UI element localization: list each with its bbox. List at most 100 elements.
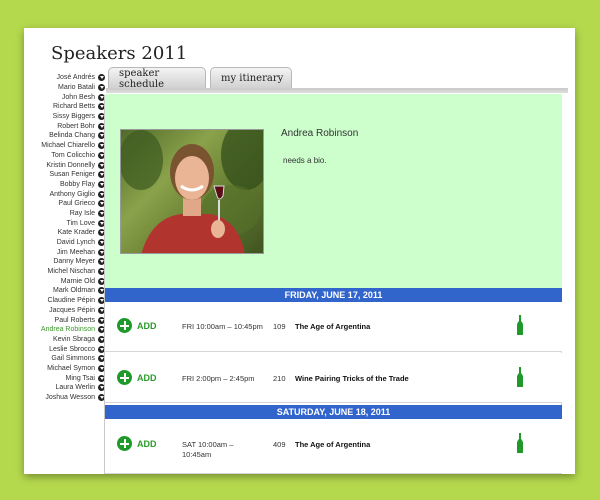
sidebar-speaker-item[interactable]: Anthony Giglio (24, 189, 105, 199)
sidebar-speaker-label: Paul Grieco (58, 200, 95, 208)
sidebar-speaker-label: David Lynch (56, 239, 95, 247)
sidebar-speaker-item[interactable]: Belinda Chang (24, 131, 105, 141)
sidebar-speaker-item[interactable]: Bobby Flay (24, 180, 105, 190)
sidebar-speaker-label: Mario Batali (58, 84, 95, 92)
sidebar-speaker-item[interactable]: Claudine Pépin (24, 296, 105, 306)
session-room: 409 (273, 440, 286, 449)
speaker-list: José Andrés Mario Batali John Besh Richard … (24, 73, 105, 402)
sidebar-speaker-item[interactable]: Marnie Old (24, 276, 105, 286)
speaker-photo (120, 129, 264, 254)
session-title: The Age of Argentina (295, 440, 371, 449)
add-session-button[interactable]: ADD (117, 370, 157, 385)
session-room: 210 (273, 374, 286, 383)
session-row: ADD FRI 10:00am – 10:45pm 109 The Age of… (105, 302, 562, 352)
add-session-button[interactable]: ADD (117, 436, 157, 451)
sidebar-speaker-item[interactable]: Jacques Pépin (24, 306, 105, 316)
sidebar-speaker-item[interactable]: Danny Meyer (24, 257, 105, 267)
sidebar-speaker-label: Tim Love (66, 219, 95, 227)
speaker-bio-panel: Andrea Robinson needs a bio. (105, 94, 562, 288)
session-time: SAT 10:00am – 10:45am (182, 440, 234, 459)
wine-bottle-icon (517, 433, 523, 453)
session-row: ADD FRI 2:00pm – 2:45pm 210 Wine Pairing… (105, 353, 562, 403)
sidebar-speaker-item[interactable]: Richard Betts (24, 102, 105, 112)
sidebar-speaker-label: Andrea Robinson (40, 326, 95, 334)
wine-bottle-icon (517, 367, 523, 387)
add-label: ADD (137, 320, 157, 331)
sidebar-speaker-label: Bobby Flay (59, 180, 95, 188)
sidebar-speaker-label: Richard Betts (52, 103, 95, 111)
sidebar-speaker-label: Michael Chiarello (41, 142, 95, 150)
schedule-content: Andrea Robinson needs a bio. FRIDAY, JUN… (105, 94, 562, 474)
sidebar-speaker-label: Danny Meyer (53, 258, 95, 266)
sidebar-speaker-item[interactable]: Mario Batali (24, 83, 105, 93)
sidebar-speaker-label: Ray Isle (69, 209, 95, 217)
main-panel: Speakers 2011 José Andrés Mario Batali Joh… (24, 28, 575, 474)
sidebar-speaker-label: Paul Roberts (54, 316, 95, 324)
sidebar-speaker-item[interactable]: Sissy Biggers (24, 112, 105, 122)
sidebar-speaker-label: Robert Bohr (57, 122, 95, 130)
session-time: FRI 10:00am – 10:45pm (182, 322, 263, 331)
sidebar-speaker-label: Sissy Biggers (52, 113, 95, 121)
bio-speaker-name: Andrea Robinson (281, 128, 359, 139)
session-row: ADD SAT 10:00am – 10:45am 409 The Age of… (105, 419, 562, 474)
tab-speaker-schedule[interactable]: speaker schedule (108, 67, 206, 90)
sidebar-speaker-label: Kevin Sbraga (52, 335, 95, 343)
sidebar-speaker-item[interactable]: Leslie Sbrocco (24, 344, 105, 354)
sidebar-speaker-item[interactable]: Paul Grieco (24, 199, 105, 209)
session-time: FRI 2:00pm – 2:45pm (182, 374, 255, 383)
sidebar-speaker-item[interactable]: Michael Chiarello (24, 141, 105, 151)
tab-my-itinerary[interactable]: my itinerary (210, 67, 292, 89)
sidebar-speaker-label: Michael Symon (47, 364, 95, 372)
sidebar-speaker-label: Claudine Pépin (47, 297, 95, 305)
plus-circle-icon (117, 370, 132, 385)
sidebar-speaker-label: Tom Colicchio (51, 151, 95, 159)
sidebar-speaker-item[interactable]: José Andrés (24, 73, 105, 83)
sidebar-speaker-item[interactable]: Andrea Robinson (24, 325, 105, 335)
sidebar-speaker-item[interactable]: Tom Colicchio (24, 151, 105, 161)
add-label: ADD (137, 438, 157, 449)
sidebar-speaker-label: José Andrés (56, 74, 95, 82)
sidebar-speaker-item[interactable]: Ray Isle (24, 209, 105, 219)
sidebar-speaker-item[interactable]: Ming Tsai (24, 373, 105, 383)
sidebar-speaker-label: Jacques Pépin (49, 306, 95, 314)
day-header-saturday: SATURDAY, JUNE 18, 2011 (105, 405, 562, 419)
sidebar-speaker-item[interactable]: David Lynch (24, 238, 105, 248)
sidebar-speaker-item[interactable]: Jim Meehan (24, 247, 105, 257)
sidebar-speaker-item[interactable]: Michael Symon (24, 364, 105, 374)
add-session-button[interactable]: ADD (117, 318, 157, 333)
sidebar-speaker-label: Mark Oldman (52, 287, 95, 295)
sidebar-speaker-item[interactable]: Kate Krader (24, 228, 105, 238)
sidebar-speaker-item[interactable]: Kristin Donnelly (24, 160, 105, 170)
sidebar-speaker-item[interactable]: Kevin Sbraga (24, 335, 105, 345)
sidebar-speaker-label: Susan Feniger (49, 171, 95, 179)
sidebar-speaker-item[interactable]: Joshua Wesson (24, 393, 105, 403)
chevron-down-circle-icon[interactable] (98, 74, 105, 82)
sidebar-speaker-item[interactable]: Mark Oldman (24, 286, 105, 296)
sidebar-speaker-item[interactable]: Laura Werlin (24, 383, 105, 393)
sidebar-speaker-item[interactable]: Gail Simmons (24, 354, 105, 364)
sidebar-speaker-label: Michel Nischan (47, 268, 95, 276)
plus-circle-icon (117, 318, 132, 333)
sidebar-speaker-item[interactable]: Susan Feniger (24, 170, 105, 180)
sidebar-speaker-item[interactable]: Robert Bohr (24, 121, 105, 131)
session-title: The Age of Argentina (295, 322, 371, 331)
tab-bar-divider (106, 88, 568, 93)
add-label: ADD (137, 372, 157, 383)
sidebar-speaker-label: Laura Werlin (55, 384, 95, 392)
sidebar-speaker-label: Kate Krader (57, 229, 95, 237)
sidebar-speaker-label: Anthony Giglio (49, 190, 95, 198)
session-room: 109 (273, 322, 286, 331)
sidebar-speaker-label: Ming Tsai (65, 374, 95, 382)
chevron-down-circle-icon[interactable] (98, 84, 105, 92)
sidebar-speaker-item[interactable]: Michel Nischan (24, 267, 105, 277)
sidebar-speaker-label: Leslie Sbrocco (49, 345, 95, 353)
sidebar-speaker-label: Marnie Old (60, 277, 95, 285)
sidebar-speaker-label: Jim Meehan (56, 248, 95, 256)
sidebar-speaker-label: John Besh (61, 93, 95, 101)
sidebar-speaker-label: Joshua Wesson (45, 394, 95, 402)
sidebar-speaker-item[interactable]: John Besh (24, 92, 105, 102)
sidebar-speaker-label: Belinda Chang (49, 132, 95, 140)
sidebar-speaker-item[interactable]: Tim Love (24, 218, 105, 228)
sidebar-speaker-item[interactable]: Paul Roberts (24, 315, 105, 325)
plus-circle-icon (117, 436, 132, 451)
